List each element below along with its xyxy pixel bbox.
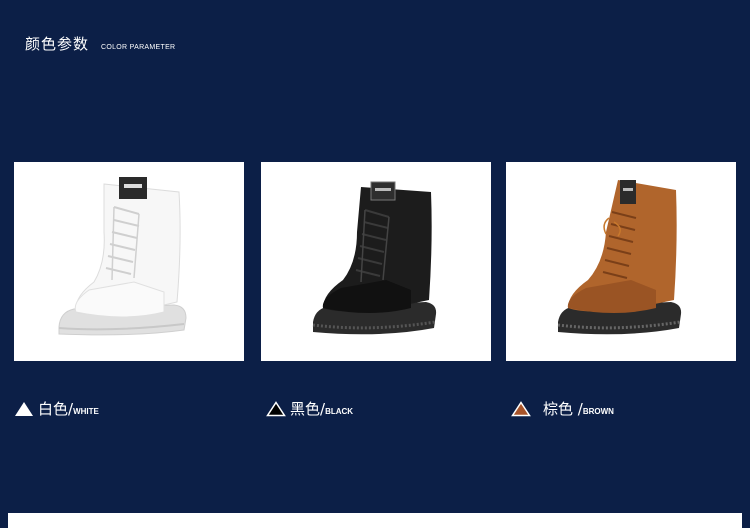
- section-header: 颜色参数 COLOR PARAMETER: [25, 33, 175, 54]
- white-boot-image: [58, 177, 187, 336]
- triangle-filled-white-icon: [14, 401, 34, 417]
- black-boot-image: [312, 181, 437, 335]
- product-image-black-boot[interactable]: [261, 162, 491, 361]
- bottom-panel-edge: [8, 513, 742, 528]
- variant-name-en: WHITE: [73, 407, 99, 416]
- variant-name-cn: 棕色: [543, 400, 578, 418]
- section-title: 颜色参数: [25, 35, 90, 53]
- product-image-white-boot[interactable]: [14, 162, 244, 361]
- variant-name-en: BROWN: [582, 407, 614, 416]
- section-subtitle: COLOR PARAMETER: [101, 44, 176, 51]
- variant-label-white: 白色 / WHITE: [14, 398, 99, 419]
- triangle-black-outlined-icon: [266, 400, 286, 417]
- product-image-brown-boot[interactable]: [506, 162, 736, 361]
- variant-label-black: 黑色 / BLACK: [266, 398, 353, 419]
- variant-label-brown: 棕色 / BROWN: [511, 398, 614, 419]
- variant-name-cn: 黑色: [290, 400, 321, 418]
- brown-boot-image: [557, 180, 682, 335]
- variant-name-cn: 白色: [38, 400, 69, 418]
- triangle-brown-outlined-icon: [511, 400, 531, 417]
- variant-name-en: BLACK: [325, 407, 354, 416]
